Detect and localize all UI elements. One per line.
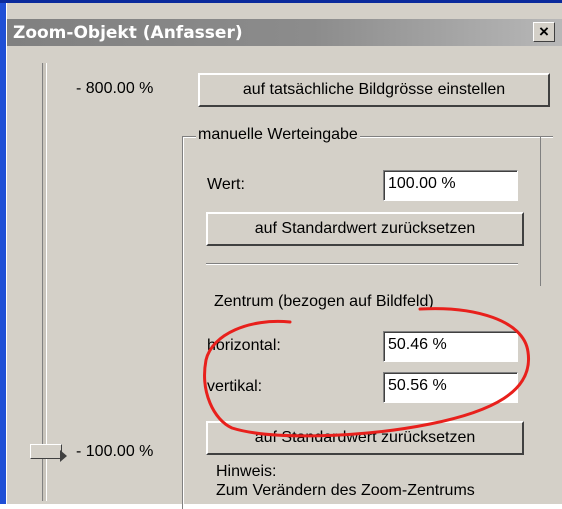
- window-title: Zoom-Objekt (Anfasser): [13, 23, 243, 43]
- zoom-slider-thumb[interactable]: [30, 444, 62, 459]
- section-separator: [206, 263, 518, 265]
- reset-center-button[interactable]: auf Standardwert zurücksetzen: [206, 421, 524, 455]
- slider-current-label: - 100.00 %: [76, 443, 154, 460]
- horizontal-label: horizontal:: [207, 337, 281, 354]
- value-label: Wert:: [207, 176, 245, 193]
- vertical-label: vertikal:: [207, 378, 263, 395]
- hint-title: Hinweis:: [216, 463, 277, 480]
- reset-value-button[interactable]: auf Standardwert zurücksetzen: [206, 212, 524, 246]
- zoom-slider-track[interactable]: [42, 63, 47, 501]
- actual-size-button[interactable]: auf tatsächliche Bildgrösse einstellen: [198, 73, 550, 107]
- slider-max-label: - 800.00 %: [76, 80, 154, 97]
- manual-input-group-title: manuelle Werteingabe: [196, 126, 360, 144]
- vertical-input[interactable]: 50.56 %: [383, 372, 518, 403]
- close-icon: ×: [539, 22, 549, 41]
- close-button[interactable]: ×: [533, 22, 555, 42]
- value-input[interactable]: 100.00 %: [383, 170, 518, 201]
- center-section-title: Zentrum (bezogen auf Bildfeld): [214, 293, 434, 310]
- horizontal-input[interactable]: 50.46 %: [383, 331, 518, 362]
- title-bar[interactable]: Zoom-Objekt (Anfasser) ×: [7, 19, 562, 46]
- hint-text: Zum Verändern des Zoom-Zentrums: [216, 482, 475, 499]
- slider-pointer-icon: [60, 450, 67, 462]
- group-divider-right: [540, 136, 541, 286]
